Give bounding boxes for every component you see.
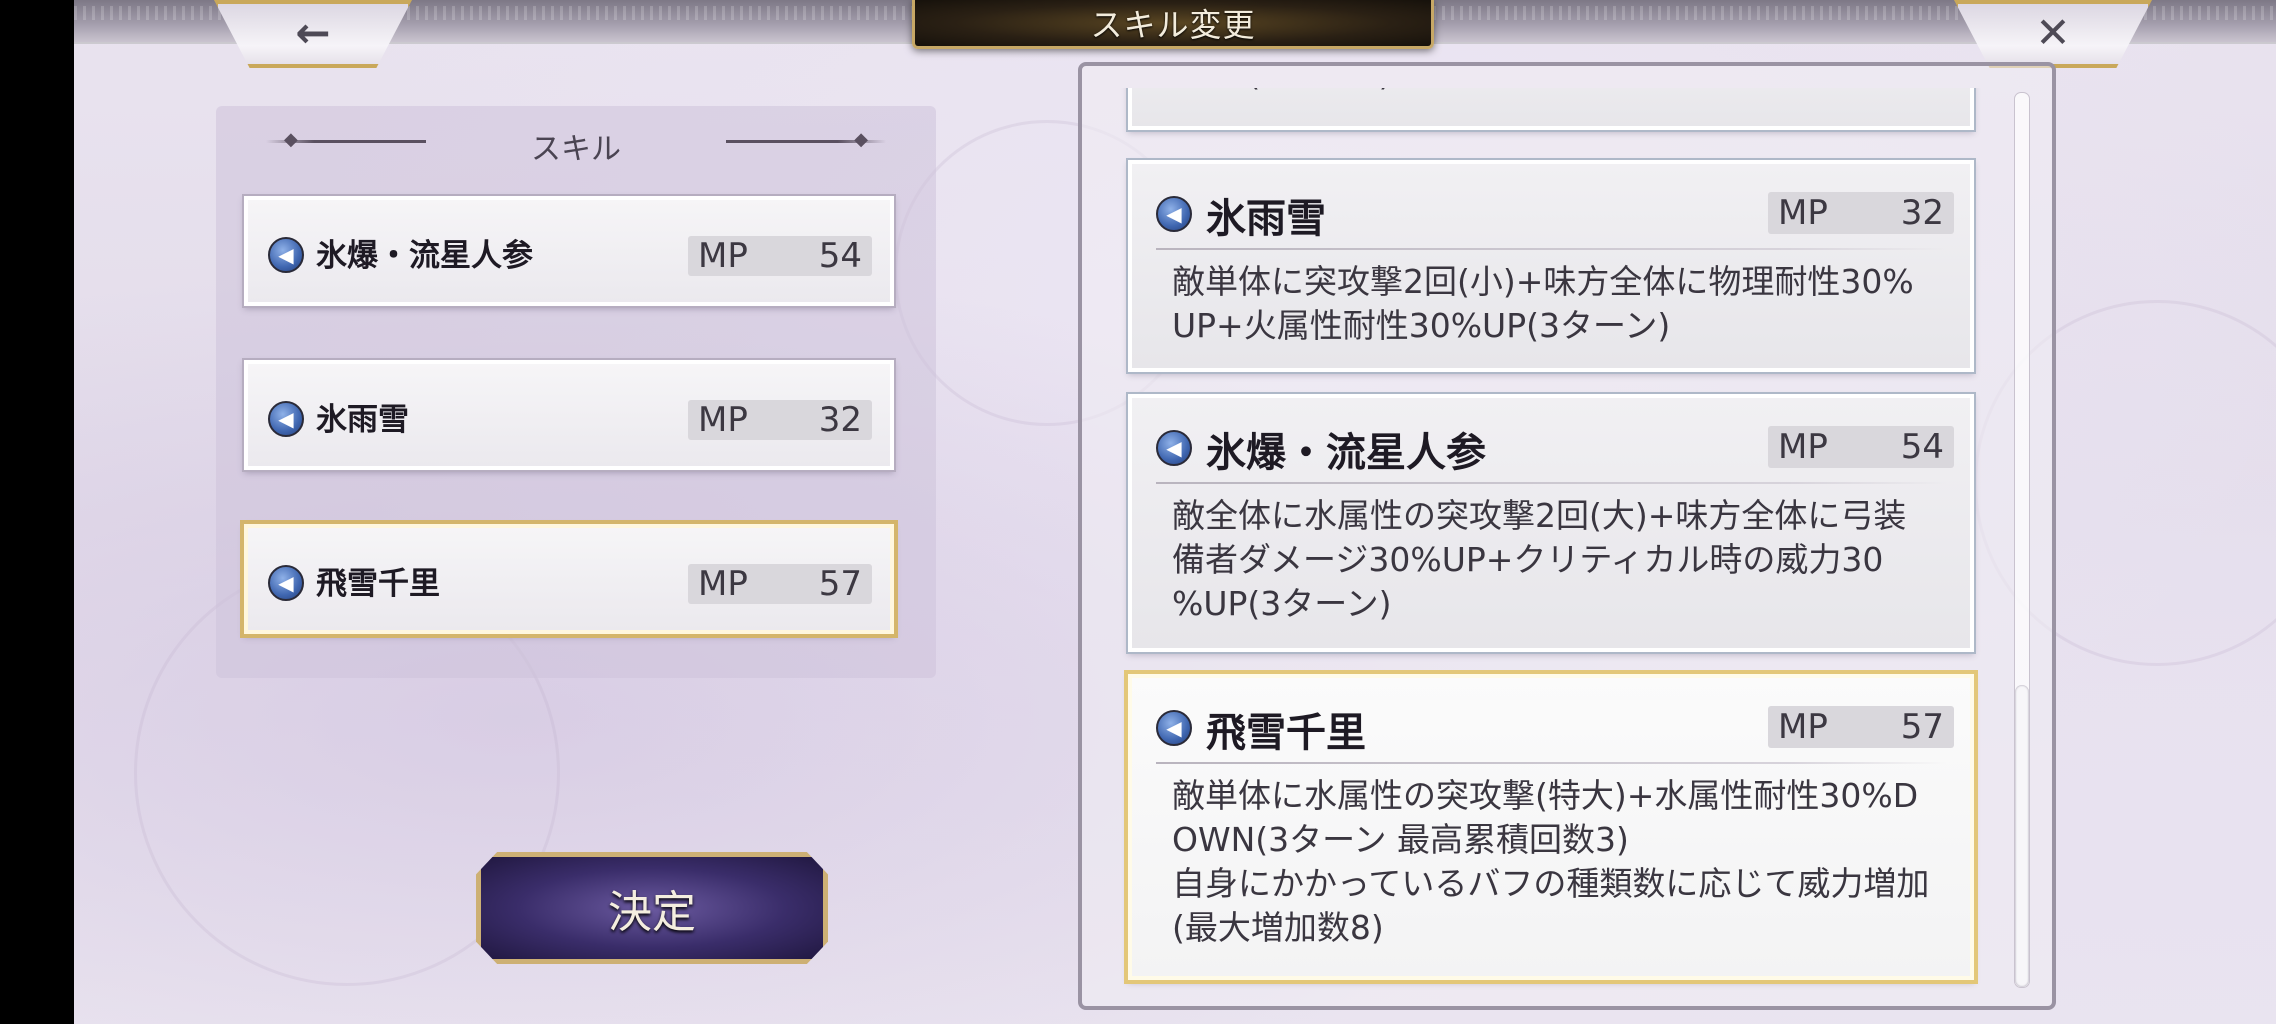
- skill-description: 敵全体に水属性の突攻撃2回(大)+味方全体に弓装 備者ダメージ30%UP+クリテ…: [1172, 496, 1907, 623]
- skill-detail-card-selected[interactable]: ◀ 飛雪千里 MP 57 敵単体に水属性の突攻撃(特大)+水属性耐性30%D O…: [1124, 670, 1978, 984]
- mp-label: MP: [698, 400, 748, 440]
- mp-value: 54: [818, 236, 862, 276]
- mp-cost-badge: MP 57: [688, 564, 872, 604]
- confirm-button-label: 決定: [608, 887, 696, 938]
- skill-name: 飛雪千里: [316, 566, 440, 602]
- mp-cost-badge: MP 32: [688, 400, 872, 440]
- divider: [1156, 482, 1946, 484]
- mp-cost-badge: MP 54: [688, 236, 872, 276]
- back-button[interactable]: ←: [214, 0, 412, 68]
- water-element-icon: ◀: [1156, 710, 1192, 746]
- skill-detail-card[interactable]: ◀ 氷雨雪 MP 32 敵単体に突攻撃2回(小)+味方全体に物理耐性30% UP…: [1126, 158, 1976, 374]
- mp-value: 57: [1900, 707, 1944, 747]
- skill-description: 敵単体に突攻撃2回(小)+味方全体に物理耐性30% UP+火属性耐性30%UP(…: [1172, 262, 1914, 345]
- mp-cost-badge: MP 54: [1768, 426, 1954, 468]
- page-title-plate: スキル変更: [912, 0, 1434, 49]
- water-element-icon: ◀: [268, 237, 304, 273]
- arrow-left-icon: ←: [295, 7, 331, 57]
- heading-ornament-right: [726, 140, 886, 143]
- mp-cost-badge: MP 57: [1768, 706, 1954, 748]
- mp-value: 54: [1900, 427, 1944, 467]
- mp-label: MP: [1778, 427, 1828, 467]
- divider: [1156, 762, 1946, 764]
- page-title: スキル変更: [1090, 6, 1256, 44]
- mp-label: MP: [698, 236, 748, 276]
- mp-value: 32: [818, 400, 862, 440]
- skill-slot-3[interactable]: ◀ 飛雪千里 MP 57: [240, 520, 898, 638]
- skill-description: %UP(3ターン): [1172, 88, 1940, 96]
- skill-select-panel: スキル ◀ 氷爆・流星人参 MP 54 ◀ 氷雨雪 MP 32 ◀ 飛雪千里 M…: [216, 106, 936, 678]
- mp-label: MP: [1778, 193, 1828, 233]
- water-element-icon: ◀: [268, 401, 304, 437]
- skill-slot-2[interactable]: ◀ 氷雨雪 MP 32: [242, 358, 896, 472]
- scrollbar-thumb[interactable]: [2015, 685, 2029, 987]
- water-element-icon: ◀: [1156, 196, 1192, 232]
- water-element-icon: ◀: [1156, 430, 1192, 466]
- mp-label: MP: [698, 564, 748, 604]
- mp-value: 32: [1900, 193, 1944, 233]
- skill-name: 飛雪千里: [1206, 709, 1366, 756]
- mp-label: MP: [1778, 707, 1828, 747]
- close-button[interactable]: ✕: [1954, 0, 2152, 68]
- mp-value: 57: [818, 564, 862, 604]
- skill-name: 氷雨雪: [316, 402, 409, 438]
- skill-detail-card-partial[interactable]: %UP(3ターン): [1126, 88, 1976, 132]
- confirm-button[interactable]: 決定: [476, 852, 828, 964]
- scrollbar[interactable]: [2014, 92, 2030, 988]
- skill-slot-1[interactable]: ◀ 氷爆・流星人参 MP 54: [242, 194, 896, 308]
- panel-heading-label: スキル: [531, 132, 621, 167]
- panel-heading: スキル: [216, 124, 936, 167]
- water-element-icon: ◀: [268, 565, 304, 601]
- skill-detail-list[interactable]: %UP(3ターン) ◀ 氷雨雪 MP 32 敵単体に突攻撃2回(小)+味方全体に…: [1120, 88, 1982, 998]
- divider: [1156, 248, 1946, 250]
- close-icon: ✕: [2035, 7, 2071, 57]
- skill-name: 氷爆・流星人参: [316, 238, 533, 274]
- skill-description: 敵単体に水属性の突攻撃(特大)+水属性耐性30%D OWN(3ターン 最高累積回…: [1172, 776, 1930, 947]
- skill-name: 氷雨雪: [1206, 195, 1326, 242]
- mp-cost-badge: MP 32: [1768, 192, 1954, 234]
- skill-name: 氷爆・流星人参: [1206, 429, 1486, 476]
- skill-detail-card[interactable]: ◀ 氷爆・流星人参 MP 54 敵全体に水属性の突攻撃2回(大)+味方全体に弓装…: [1126, 392, 1976, 654]
